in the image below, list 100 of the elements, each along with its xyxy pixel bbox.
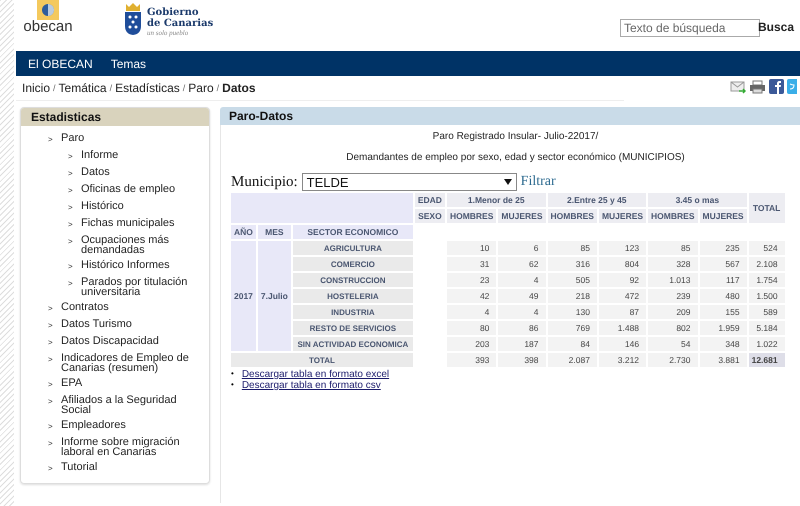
sidebar-link[interactable]: Datos xyxy=(81,167,110,179)
nav-link[interactable]: Temas xyxy=(104,56,152,70)
municipality-dropdown[interactable]: TELDE xyxy=(302,173,517,191)
table-cell: 123 xyxy=(598,241,646,255)
sidebar-link[interactable]: Oficinas de empleo xyxy=(81,184,176,196)
panel-title: Paro-Datos xyxy=(220,107,800,125)
sidebar-link[interactable]: Contratos xyxy=(61,302,109,314)
filter-label: Municipio: xyxy=(231,174,298,190)
sidebar-link[interactable]: Informe xyxy=(81,150,118,162)
table-cell: 62 xyxy=(498,257,546,271)
table-cell: 1.500 xyxy=(748,289,785,303)
sidebar-link[interactable]: Tutorial xyxy=(61,462,98,474)
table-cell: 4 xyxy=(446,305,496,319)
sidebar-link[interactable]: Paro xyxy=(61,133,84,145)
report-subtitle: Demandantes de empleo por sexo, edad y sector económico (MUNICIPIOS) xyxy=(345,152,686,163)
table-cell: 31 xyxy=(446,257,496,271)
column-header: MUJERES xyxy=(498,209,546,223)
column-header: HOMBRES xyxy=(648,209,698,223)
sidebar-link[interactable]: Empleadores xyxy=(61,420,126,432)
nav-link[interactable]: El OBECAN xyxy=(22,56,99,70)
bullet-marker: > xyxy=(68,168,74,179)
sidebar-link[interactable]: Informe sobre migración laboral en Canarias xyxy=(61,437,209,457)
bullet-marker: > xyxy=(48,396,54,408)
table-cell: 87 xyxy=(598,305,646,319)
bullet-marker: • xyxy=(231,380,234,391)
bullet-marker: • xyxy=(231,369,234,380)
column-header: 2.Entre 25 y 45 xyxy=(548,193,646,207)
bullet-marker: > xyxy=(68,236,74,248)
search-field[interactable]: Texto de búsqueda xyxy=(620,19,760,37)
filter-button[interactable]: Filtrar xyxy=(520,174,556,190)
sidebar-link[interactable]: Datos Turismo xyxy=(61,319,132,331)
table-cell: 524 xyxy=(748,241,785,255)
coat-of-arms-icon xyxy=(124,2,142,36)
facebook-icon[interactable] xyxy=(769,79,784,94)
table-cell: 54 xyxy=(648,337,698,351)
obecan-logo-icon xyxy=(37,0,59,20)
print-icon[interactable] xyxy=(749,79,766,95)
bullet-marker: > xyxy=(48,134,54,145)
table-cell: 5.184 xyxy=(748,321,785,335)
table-cell: 804 xyxy=(598,257,646,271)
row-header: SEXO xyxy=(414,209,445,223)
table-cell: 1.013 xyxy=(648,273,698,287)
bullet-marker: > xyxy=(68,219,74,230)
row-header: CONSTRUCCION xyxy=(292,273,413,287)
search-button[interactable]: Busca xyxy=(758,20,794,34)
sidebar-link[interactable]: Indicadores de Empleo de Canarias (resumen) xyxy=(61,353,209,373)
sidebar-link[interactable]: EPA xyxy=(61,378,82,390)
table-cell: 480 xyxy=(700,289,747,303)
table-cell: 328 xyxy=(648,257,698,271)
breadcrumb-link[interactable]: Temática xyxy=(58,81,107,95)
table-cell: 316 xyxy=(548,257,597,271)
breadcrumb-separator: / xyxy=(53,83,56,93)
table-cell: 146 xyxy=(598,337,646,351)
bullet-marker: > xyxy=(48,320,54,331)
table-cell: 10 xyxy=(446,241,496,255)
table-cell: 203 xyxy=(446,337,496,351)
sidebar-link[interactable]: Histórico Informes xyxy=(81,260,170,272)
row-header: AGRICULTURA xyxy=(292,241,413,255)
bullet-marker: > xyxy=(68,202,74,213)
table-cell: 117 xyxy=(700,273,747,287)
sidebar-link[interactable]: Parados por titulación universitaria xyxy=(81,277,209,297)
column-header: MES xyxy=(258,225,291,239)
sidebar-link[interactable]: Datos Discapacidad xyxy=(61,336,159,348)
row-header: RESTO DE SERVICIOS xyxy=(292,321,413,335)
table-cell: 348 xyxy=(700,337,747,351)
sidebar-title: Estadisticas xyxy=(21,108,209,126)
table-cell: 209 xyxy=(648,305,698,319)
table-cell: 2017 xyxy=(231,241,256,351)
sidebar-link[interactable]: Fichas municipales xyxy=(81,218,175,230)
sidebar-link[interactable]: Histórico xyxy=(81,201,124,213)
government-name: Gobierno xyxy=(147,7,200,18)
download-link[interactable]: Descargar tabla en formato csv xyxy=(242,380,381,391)
report-title: Paro Registrado Insular- Julio-22017/ xyxy=(432,131,600,142)
table-cell: 472 xyxy=(598,289,646,303)
sidebar-link[interactable]: Afiliados a la Seguridad Social xyxy=(61,395,209,415)
row-header: EDAD xyxy=(414,193,445,207)
table-cell: 1.022 xyxy=(748,337,785,351)
table-cell: 86 xyxy=(498,321,546,335)
column-header: 1.Menor de 25 xyxy=(446,193,546,207)
breadcrumb-link[interactable]: Inicio xyxy=(22,81,50,95)
bullet-marker: > xyxy=(68,278,74,290)
breadcrumb-link[interactable]: Estadísticas xyxy=(115,81,180,95)
sidebar-link[interactable]: Ocupaciones más demandadas xyxy=(81,235,209,255)
table-cell: 85 xyxy=(648,241,698,255)
table-cell: 235 xyxy=(700,241,747,255)
table-cell: 505 xyxy=(548,273,597,287)
breadcrumb-current[interactable]: Datos xyxy=(222,81,256,95)
download-link[interactable]: Descargar tabla en formato excel xyxy=(242,369,390,380)
table-cell: 2.730 xyxy=(648,353,698,367)
table-cell: 398 xyxy=(498,353,546,367)
breadcrumb-link[interactable]: Paro xyxy=(188,81,214,95)
bullet-marker: > xyxy=(48,379,54,390)
table-cell: 2.108 xyxy=(748,257,785,271)
table-cell: 42 xyxy=(446,289,496,303)
breadcrumb-separator: / xyxy=(216,83,220,93)
email-icon[interactable] xyxy=(730,79,746,95)
bullet-marker: > xyxy=(48,337,54,348)
table-cell: 2.087 xyxy=(548,353,597,367)
table-cell: 6 xyxy=(498,241,546,255)
row-header: HOSTELERIA xyxy=(292,289,413,303)
